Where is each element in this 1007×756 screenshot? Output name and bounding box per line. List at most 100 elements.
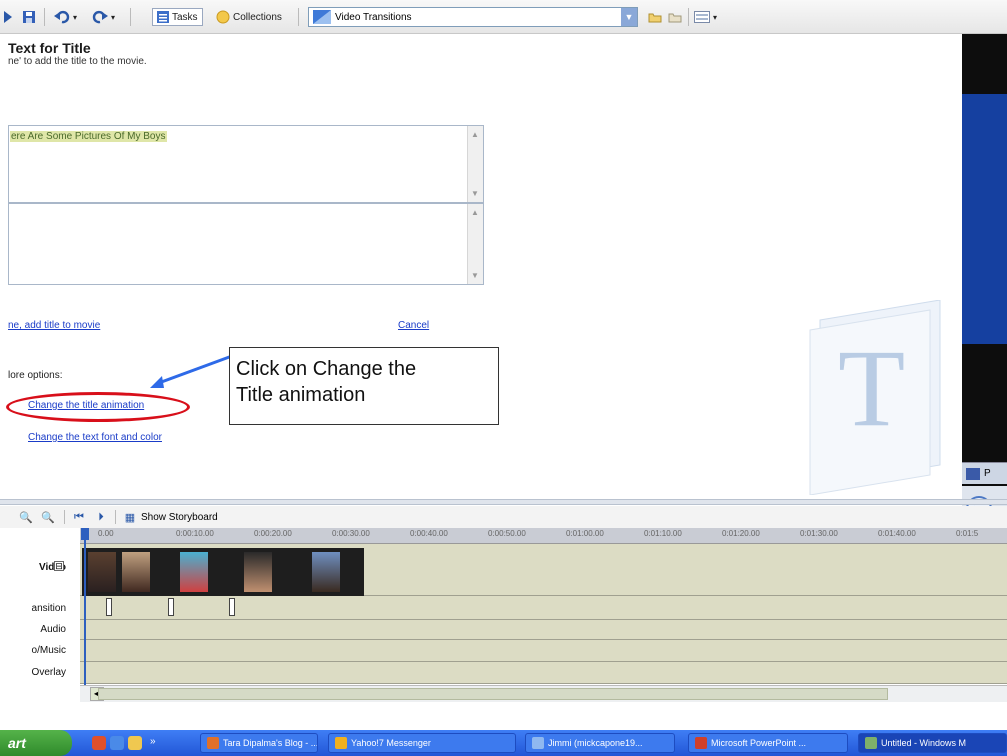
toolbar-separator — [115, 510, 116, 524]
taskbar: art » Tara Dipalma's Blog - ... Yahoo!7 M… — [0, 730, 1007, 756]
pane-instruction: ne' to add the title to the movie. — [8, 56, 147, 67]
change-text-font-link[interactable]: Change the text font and color — [28, 432, 162, 443]
new-folder-icon[interactable] — [668, 8, 682, 26]
zoom-out-icon[interactable]: 🔍 — [40, 509, 56, 525]
title-watermark-icon: T — [809, 300, 941, 495]
scroll-down-icon[interactable]: ▼ — [471, 189, 479, 198]
transition-marker[interactable] — [106, 598, 112, 616]
collection-combo[interactable]: Video Transitions ▼ — [308, 7, 638, 27]
collections-folder-icon — [216, 10, 230, 24]
play-timeline-icon[interactable]: ⏵ — [93, 509, 109, 525]
ruler-tick-label: 0:01:20.00 — [722, 529, 760, 538]
toolbar-separator — [44, 8, 45, 26]
task-label: Yahoo!7 Messenger — [351, 738, 431, 748]
redo-dropdown-icon[interactable]: ▾ — [111, 13, 115, 22]
overlay-track[interactable] — [80, 662, 1007, 684]
transition-marker[interactable] — [168, 598, 174, 616]
preview-screen — [962, 94, 1007, 344]
track-label-transition: ansition — [31, 603, 66, 614]
task-label: Tara Dipalma's Blog - ... — [223, 738, 318, 748]
title-text-box[interactable]: ere Are Some Pictures Of My Boys ▲ ▼ — [8, 125, 484, 203]
play-arrow-icon[interactable] — [4, 8, 12, 26]
ruler-tick-label: 0:01:30.00 — [800, 529, 838, 538]
video-clip[interactable] — [244, 552, 272, 592]
transition-marker[interactable] — [229, 598, 235, 616]
movie-maker-window: ▾ ▾ Tasks Collections Video Transitions … — [0, 0, 1007, 756]
ruler-tick-label: 0.00 — [98, 529, 114, 538]
start-button[interactable]: art — [0, 730, 72, 756]
video-clips[interactable] — [82, 548, 364, 596]
combo-dropdown-icon[interactable]: ▼ — [621, 8, 637, 26]
taskbar-task-button[interactable]: Yahoo!7 Messenger — [328, 733, 516, 753]
quick-launch-more-icon[interactable]: » — [150, 736, 158, 750]
video-clip[interactable] — [88, 552, 116, 592]
timeline-toolbar: 🔍 🔍 ⏮ ⏵ ▦ Show Storyboard — [0, 506, 1007, 528]
ruler-tick-label: 0:00:40.00 — [410, 529, 448, 538]
playhead-line — [84, 540, 86, 686]
more-options-label: lore options: — [8, 370, 63, 381]
highlight-ellipse — [6, 392, 190, 422]
task-app-icon — [335, 737, 347, 749]
preview-monitor: P ▶ — [962, 34, 1007, 534]
taskbar-task-button[interactable]: Untitled - Windows M — [858, 733, 1007, 753]
undo-button[interactable]: ▾ — [54, 8, 77, 26]
transition-track[interactable] — [80, 596, 1007, 620]
collection-combo-value: Video Transitions — [335, 11, 412, 23]
title-text-scrollbar[interactable]: ▲ ▼ — [467, 126, 483, 202]
quick-launch-icon[interactable] — [128, 736, 142, 750]
callout-line-1: Click on Change the — [236, 358, 417, 380]
rewind-icon[interactable]: ⏮ — [71, 509, 87, 525]
taskbar-task-button[interactable]: Jimmi (mickcapone19... — [525, 733, 675, 753]
show-storyboard-button[interactable]: Show Storyboard — [141, 512, 218, 523]
collections-button[interactable]: Collections — [216, 8, 282, 26]
video-clip[interactable] — [122, 552, 150, 592]
ruler-tick-label: 0:00:10.00 — [176, 529, 214, 538]
cancel-link[interactable]: Cancel — [398, 320, 429, 331]
tasks-icon — [157, 11, 169, 23]
playhead-handle[interactable] — [81, 528, 89, 540]
time-ruler[interactable]: 0.00 0:00:10.00 0:00:20.00 0:00:30.00 0:00:4… — [80, 528, 1007, 544]
collapse-video-icon[interactable]: ⊟ — [54, 561, 64, 571]
save-icon[interactable] — [22, 8, 36, 26]
scroll-up-icon[interactable]: ▲ — [471, 130, 479, 139]
scrollbar-thumb[interactable] — [98, 688, 888, 700]
undo-dropdown-icon[interactable]: ▾ — [73, 13, 77, 22]
preview-label: P — [984, 468, 991, 479]
quick-launch-icon[interactable] — [110, 736, 124, 750]
scroll-down-icon[interactable]: ▼ — [471, 271, 479, 280]
ruler-tick-label: 0:01:40.00 — [878, 529, 916, 538]
second-text-scrollbar[interactable]: ▲ ▼ — [467, 204, 483, 284]
up-folder-icon[interactable] — [648, 8, 662, 26]
ruler-tick-label: 0:01:00.00 — [566, 529, 604, 538]
track-label-video: Video — [38, 562, 66, 573]
title-text-value: ere Are Some Pictures Of My Boys — [10, 131, 167, 142]
quick-launch-icon[interactable] — [92, 736, 106, 750]
pane-splitter[interactable] — [0, 499, 1007, 505]
music-track[interactable] — [80, 640, 1007, 662]
views-icon — [694, 11, 710, 23]
taskbar-task-button[interactable]: Microsoft PowerPoint ... — [688, 733, 848, 753]
done-add-title-link[interactable]: ne, add title to movie — [8, 320, 100, 331]
toolbar-separator — [298, 8, 299, 26]
storyboard-icon[interactable]: ▦ — [122, 509, 138, 525]
task-app-icon — [532, 737, 544, 749]
taskbar-task-button[interactable]: Tara Dipalma's Blog - ... — [200, 733, 318, 753]
timeline-scrollbar[interactable]: ◀ — [80, 685, 1007, 702]
redo-button[interactable]: ▾ — [92, 8, 115, 26]
track-label-audio: Audio — [40, 624, 66, 635]
zoom-in-icon[interactable]: 🔍 — [18, 509, 34, 525]
ruler-tick-label: 0:01:5 — [956, 529, 979, 538]
audio-track[interactable] — [80, 620, 1007, 640]
undo-icon — [54, 10, 70, 24]
video-clip[interactable] — [312, 552, 340, 592]
tasks-button[interactable]: Tasks — [152, 8, 203, 26]
scroll-up-icon[interactable]: ▲ — [471, 208, 479, 217]
task-app-icon — [695, 737, 707, 749]
second-text-box[interactable]: ▲ ▼ — [8, 203, 484, 285]
video-clip[interactable] — [180, 552, 208, 592]
toolbar-separator — [688, 8, 689, 26]
preview-label-bar: P — [962, 462, 1007, 484]
views-button[interactable]: ▾ — [694, 8, 717, 26]
task-label: Jimmi (mickcapone19... — [548, 738, 643, 748]
tasks-box: Tasks — [152, 8, 203, 26]
